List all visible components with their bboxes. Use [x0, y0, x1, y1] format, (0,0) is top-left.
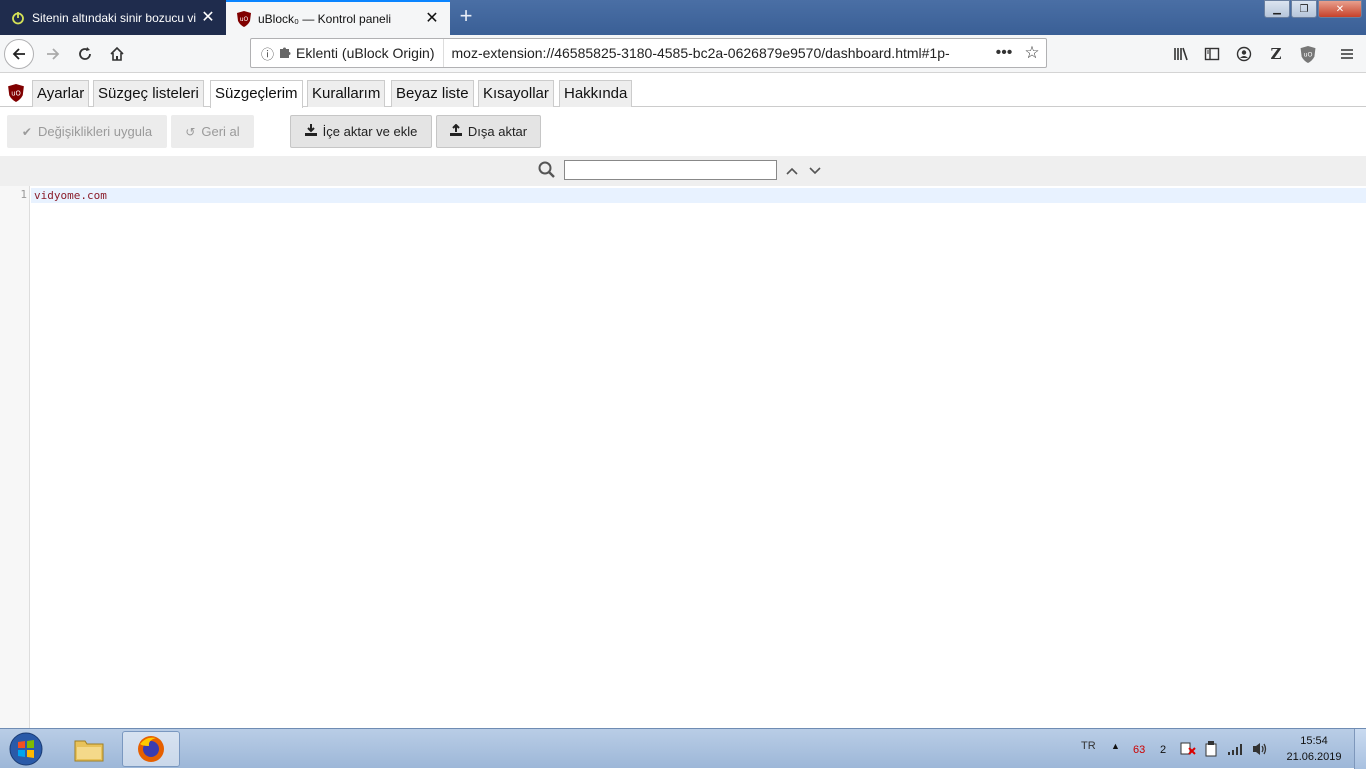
- tab-hakkinda[interactable]: Hakkında: [559, 80, 633, 107]
- tab-suzgeclerim[interactable]: Süzgeçlerim: [210, 80, 303, 108]
- forward-button[interactable]: [38, 39, 68, 69]
- tab-beyaz-liste[interactable]: Beyaz liste: [391, 80, 474, 107]
- clock-time: 15:54: [1300, 735, 1328, 747]
- volume-icon[interactable]: [1251, 741, 1269, 760]
- tab-kisayollar[interactable]: Kısayollar: [478, 80, 554, 107]
- clock-date: 21.06.2019: [1286, 751, 1342, 763]
- tab-ayarlar[interactable]: Ayarlar: [32, 80, 90, 107]
- navigation-toolbar: ⓘ Eklenti (uBlock Origin) moz-extension:…: [0, 35, 1366, 73]
- minimize-button[interactable]: ▁: [1264, 0, 1290, 18]
- firefox-icon: [138, 736, 164, 762]
- file-explorer-taskbar-button[interactable]: [60, 731, 118, 767]
- export-button[interactable]: Dışa aktar: [436, 115, 541, 148]
- close-icon[interactable]: ✕: [200, 9, 216, 26]
- folder-icon: [74, 740, 104, 762]
- ublock-toolbar-icon[interactable]: uO: [1298, 44, 1318, 64]
- arrow-right-icon: [47, 48, 60, 60]
- tab-site[interactable]: Sitenin altındaki sinir bozucu vi ✕: [0, 0, 226, 35]
- search-icon: [538, 161, 558, 181]
- line-number: 1: [20, 188, 27, 201]
- url-bar[interactable]: ⓘ Eklenti (uBlock Origin) moz-extension:…: [250, 38, 1047, 68]
- download-icon: [304, 124, 317, 139]
- back-button[interactable]: [4, 39, 34, 69]
- account-icon[interactable]: [1234, 44, 1254, 64]
- revert-button[interactable]: ↺ Geri al: [171, 115, 254, 148]
- tab-title: Sitenin altındaki sinir bozucu vi: [32, 10, 197, 25]
- browser-tab-strip: Sitenin altındaki sinir bozucu vi ✕ uO u…: [0, 0, 1366, 35]
- sidebar-icon[interactable]: [1202, 44, 1222, 64]
- puzzle-icon: [278, 45, 292, 62]
- close-icon[interactable]: ✕: [424, 10, 440, 27]
- editor-search-bar: [0, 156, 1366, 186]
- active-line-highlight: [31, 188, 1366, 203]
- tray-badge[interactable]: 2: [1160, 744, 1166, 756]
- svg-text:uO: uO: [240, 16, 249, 23]
- maximize-button[interactable]: ❐: [1291, 0, 1317, 18]
- windows-taskbar: TR ▲ 63 2 15:54 21.06.2019: [0, 728, 1366, 769]
- action-center-icon[interactable]: [1180, 742, 1196, 759]
- tray-badge-red[interactable]: 63: [1133, 744, 1145, 756]
- power-icon: [10, 10, 26, 26]
- site-identity[interactable]: ⓘ Eklenti (uBlock Origin): [251, 39, 444, 67]
- ublock-shield-icon: uO: [236, 10, 252, 27]
- import-label: İçe aktar ve ekle: [322, 124, 418, 139]
- network-icon[interactable]: [1227, 742, 1245, 759]
- ublock-logo: uO: [8, 84, 24, 102]
- window-controls: ▁ ❐ ✕: [1263, 0, 1362, 18]
- tab-ublock-dashboard[interactable]: uO uBlock₀ — Kontrol paneli ✕: [226, 0, 450, 35]
- apply-changes-label: Değişiklikleri uygula: [37, 124, 153, 139]
- info-icon: ⓘ: [261, 46, 275, 62]
- page-actions-icon[interactable]: •••: [990, 44, 1018, 62]
- svg-text:uO: uO: [1303, 50, 1312, 58]
- home-button[interactable]: [102, 39, 132, 69]
- device-icon[interactable]: [1204, 741, 1218, 760]
- svg-text:uO: uO: [11, 89, 21, 97]
- library-icon[interactable]: [1171, 44, 1191, 64]
- search-next-icon[interactable]: [806, 160, 824, 180]
- tab-kurallarim[interactable]: Kurallarım: [307, 80, 386, 107]
- tab-title: uBlock₀ — Kontrol paneli: [258, 11, 392, 26]
- bookmark-star-icon[interactable]: ☆: [1018, 43, 1046, 63]
- search-prev-icon[interactable]: [783, 160, 801, 180]
- apply-changes-button[interactable]: ✔ Değişiklikleri uygula: [7, 115, 167, 148]
- editor-line[interactable]: vidyome.com: [34, 188, 107, 203]
- firefox-taskbar-button[interactable]: [122, 731, 180, 767]
- line-number-gutter: [0, 186, 30, 728]
- arrow-left-icon: [12, 48, 25, 60]
- dashboard-tabs: uO Ayarlar Süzgeç listeleri Süzgeçlerim …: [0, 74, 1366, 108]
- url-text[interactable]: moz-extension://46585825-3180-4585-bc2a-…: [444, 45, 990, 61]
- search-input[interactable]: [564, 160, 777, 180]
- start-button[interactable]: [6, 731, 46, 767]
- check-icon: ✔: [21, 124, 32, 139]
- reload-icon: [79, 47, 91, 60]
- undo-icon: ↺: [185, 124, 196, 139]
- new-tab-button[interactable]: +: [456, 5, 476, 27]
- close-window-button[interactable]: ✕: [1318, 0, 1362, 18]
- hamburger-menu-icon[interactable]: [1337, 44, 1357, 64]
- import-append-button[interactable]: İçe aktar ve ekle: [290, 115, 432, 148]
- revert-label: Geri al: [201, 124, 240, 139]
- identity-label: Eklenti (uBlock Origin): [296, 45, 435, 61]
- upload-icon: [449, 123, 462, 139]
- export-label: Dışa aktar: [467, 124, 528, 139]
- show-hidden-icons[interactable]: ▲: [1111, 741, 1120, 751]
- reload-button[interactable]: [70, 39, 100, 69]
- clock[interactable]: 15:54 21.06.2019: [1280, 733, 1348, 765]
- show-desktop-button[interactable]: [1354, 729, 1366, 769]
- language-indicator[interactable]: TR: [1081, 740, 1096, 752]
- tab-suzgec-listeleri[interactable]: Süzgeç listeleri: [93, 80, 204, 107]
- home-icon: [110, 46, 124, 61]
- zotero-icon[interactable]: Z: [1266, 44, 1286, 64]
